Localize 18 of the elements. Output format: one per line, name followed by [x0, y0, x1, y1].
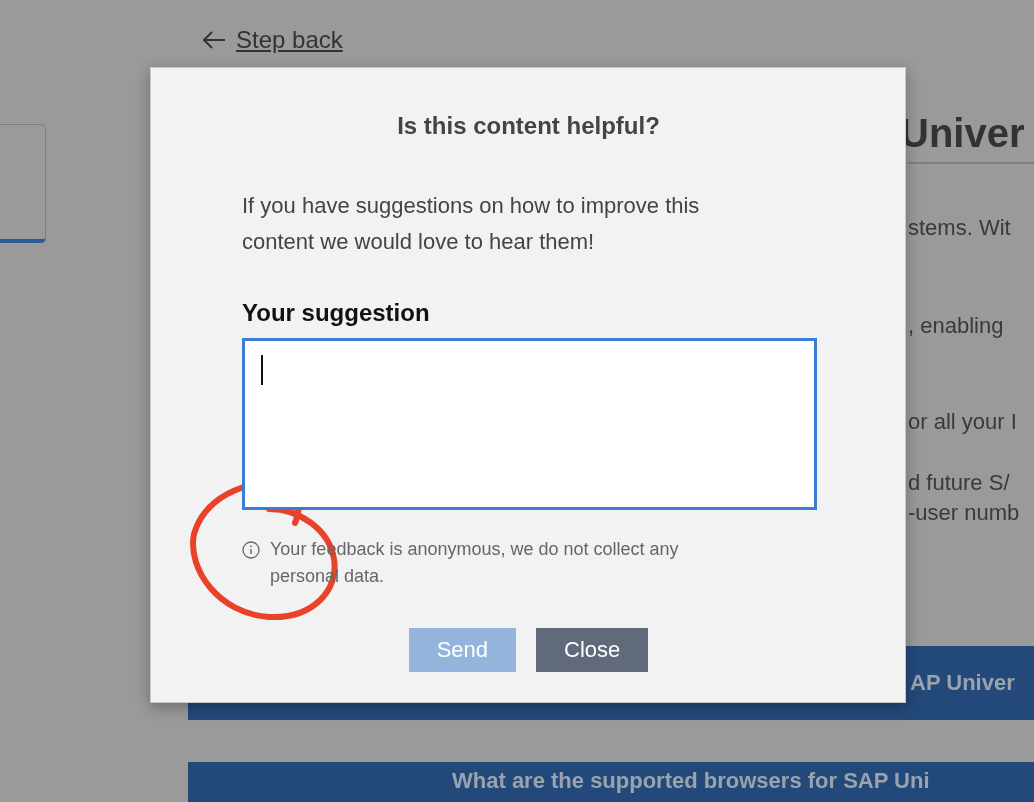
faq-bar[interactable]: What are the supported browsers for SAP Uni	[188, 762, 1034, 802]
body-text: or all your I	[908, 408, 1018, 436]
arrow-left-icon	[202, 30, 226, 50]
text-caret	[261, 355, 263, 385]
body-text: -user numb	[908, 499, 1021, 527]
dialog-intro: If you have suggestions on how to improve this content we would love to hear them!	[242, 192, 701, 256]
body-text: d future S/	[908, 469, 1011, 497]
body-text: , enabling	[908, 312, 1005, 340]
body-text: stems. Wit	[908, 214, 1012, 242]
info-icon	[242, 541, 260, 559]
dialog-title: Is this content helpful?	[396, 111, 661, 141]
suggestion-field[interactable]	[242, 338, 817, 510]
step-back-link[interactable]: Step back	[236, 26, 343, 54]
close-button[interactable]: Close	[536, 628, 649, 672]
field-label: Your suggestion	[242, 298, 431, 328]
side-card[interactable]	[0, 124, 46, 243]
faq-title: What are the supported browsers for SAP Uni	[451, 768, 930, 794]
faq-title: AP Univer	[909, 670, 1015, 696]
